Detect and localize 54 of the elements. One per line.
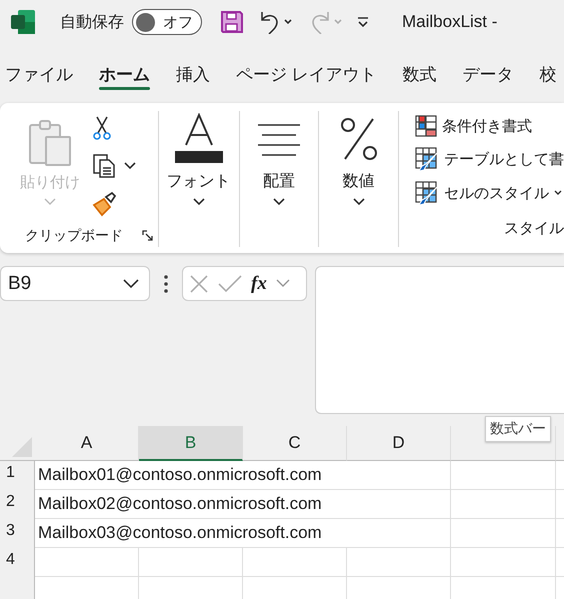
copy-icon[interactable] — [92, 153, 116, 179]
caret-icon — [44, 198, 56, 206]
group-label: クリップボード — [25, 227, 123, 245]
spreadsheet-logo-icon — [10, 9, 36, 35]
customize-menu-icon[interactable] — [356, 16, 370, 28]
dialog-launcher-icon[interactable] — [142, 230, 154, 242]
column-header[interactable]: A — [35, 426, 139, 461]
save-icon[interactable] — [220, 10, 244, 34]
caret-icon — [554, 189, 562, 197]
ribbon-tab[interactable]: ページ レイアウト — [236, 62, 377, 86]
caret-icon — [192, 198, 205, 206]
more-options-icon[interactable] — [164, 275, 168, 293]
ribbon-menu-button[interactable]: 数値 — [338, 111, 379, 206]
ribbon-tab[interactable]: 数式 — [402, 62, 437, 86]
column-header[interactable]: D — [347, 426, 451, 461]
undo-icon[interactable] — [258, 10, 294, 34]
row-header[interactable]: 1 — [0, 461, 35, 490]
table-cell: Mailbox03@contoso.onmicrosoft.com — [35, 519, 451, 548]
autosave-label: 自動保存 — [60, 12, 124, 32]
column-header[interactable]: B — [139, 426, 243, 461]
insert-function-button[interactable]: fx — [251, 272, 267, 294]
row-header[interactable]: 3 — [0, 519, 35, 548]
ribbon-menu-button[interactable]: フォント — [166, 111, 231, 206]
ribbon-tab[interactable]: データ — [462, 62, 514, 86]
name-box[interactable]: B9 — [0, 266, 150, 301]
caret-icon — [352, 198, 365, 206]
clipboard-icon — [28, 119, 72, 167]
row-header[interactable]: 2 — [0, 490, 35, 519]
tooltip: 数式バー — [485, 416, 551, 442]
ribbon-tab[interactable]: ファイル — [5, 62, 73, 86]
table-cell: Mailbox01@contoso.onmicrosoft.com — [35, 461, 451, 490]
ribbon-menu-button[interactable]: 配置 — [256, 111, 301, 206]
chevron-icon[interactable] — [276, 279, 290, 288]
conditional-format-icon — [414, 115, 437, 137]
ribbon-tab[interactable]: 校 — [540, 62, 557, 86]
column-header[interactable]: C — [243, 426, 347, 461]
group-label: スタイル — [504, 219, 564, 238]
table-cell: Mailbox02@contoso.onmicrosoft.com — [35, 490, 451, 519]
formula-input-field[interactable] — [315, 266, 564, 414]
ribbon-tab[interactable]: 挿入 — [176, 62, 210, 86]
table-brush-icon — [414, 181, 439, 205]
table-brush-icon — [414, 147, 439, 171]
document-title: MailboxList - — [402, 12, 498, 32]
scissors-icon[interactable] — [92, 115, 112, 141]
row-header[interactable]: 4 — [0, 548, 35, 577]
autosave-toggle[interactable]: オフ — [132, 9, 202, 35]
font-color-icon — [174, 113, 224, 165]
chevron-icon — [123, 278, 139, 288]
style-menu-button[interactable]: 条件付き書式 — [414, 115, 564, 137]
style-menu-button[interactable]: セルのスタイル — [414, 181, 564, 205]
style-menu-button[interactable]: テーブルとして書 — [414, 147, 564, 171]
caret-icon — [272, 198, 285, 206]
format-painter-icon[interactable] — [92, 191, 118, 217]
caret-icon[interactable] — [124, 162, 136, 170]
